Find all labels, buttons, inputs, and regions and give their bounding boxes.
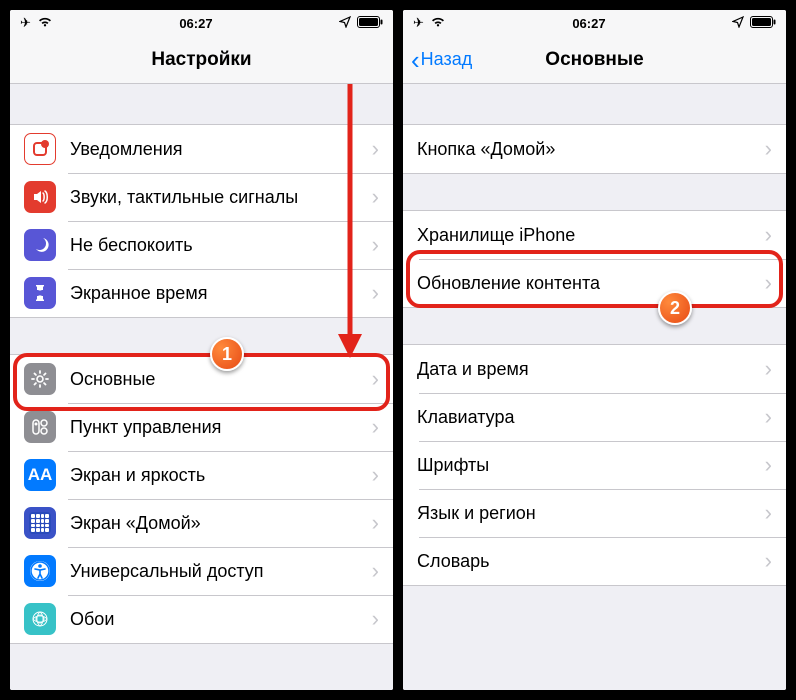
- general-content: Кнопка «Домой» › Хранилище iPhone › Обно…: [403, 84, 786, 690]
- screentime-icon: [24, 277, 56, 309]
- row-dictionary[interactable]: Словарь ›: [403, 537, 786, 585]
- row-label: Язык и регион: [417, 503, 765, 524]
- row-datetime[interactable]: Дата и время ›: [403, 345, 786, 393]
- airplane-icon: ✈: [413, 15, 424, 31]
- airplane-icon: ✈: [20, 15, 31, 31]
- row-display[interactable]: AA Экран и яркость ›: [10, 451, 393, 499]
- nav-header: Настройки: [10, 36, 393, 84]
- row-notifications[interactable]: Уведомления ›: [10, 125, 393, 173]
- status-bar: ✈ 06:27: [403, 10, 786, 36]
- chevron-right-icon: ›: [372, 184, 379, 210]
- page-title: Настройки: [151, 49, 251, 71]
- back-label: Назад: [421, 49, 473, 70]
- row-home-screen[interactable]: Экран «Домой» ›: [10, 499, 393, 547]
- chevron-right-icon: ›: [372, 136, 379, 162]
- row-control-center[interactable]: Пункт управления ›: [10, 403, 393, 451]
- chevron-right-icon: ›: [765, 404, 772, 430]
- row-home-button[interactable]: Кнопка «Домой» ›: [403, 125, 786, 173]
- row-general[interactable]: Основные ›: [10, 355, 393, 403]
- row-label: Уведомления: [70, 139, 372, 160]
- row-accessibility[interactable]: Универсальный доступ ›: [10, 547, 393, 595]
- chevron-right-icon: ›: [765, 548, 772, 574]
- general-icon: [24, 363, 56, 395]
- row-fonts[interactable]: Шрифты ›: [403, 441, 786, 489]
- page-title: Основные: [545, 49, 643, 71]
- row-storage[interactable]: Хранилище iPhone ›: [403, 211, 786, 259]
- status-time: 06:27: [179, 16, 212, 31]
- settings-group-1: Уведомления › Звуки, тактильные сигналы …: [10, 124, 393, 318]
- chevron-right-icon: ›: [372, 366, 379, 392]
- chevron-right-icon: ›: [765, 356, 772, 382]
- chevron-right-icon: ›: [372, 510, 379, 536]
- row-label: Хранилище iPhone: [417, 225, 765, 246]
- screenshot-container: ✈ 06:27 Настройки Ув: [6, 6, 790, 694]
- row-sounds[interactable]: Звуки, тактильные сигналы ›: [10, 173, 393, 221]
- wifi-icon: [37, 16, 53, 31]
- wallpaper-icon: [24, 603, 56, 635]
- row-language-region[interactable]: Язык и регион ›: [403, 489, 786, 537]
- location-icon: [732, 16, 744, 31]
- general-group-2: Хранилище iPhone › Обновление контента ›: [403, 210, 786, 308]
- chevron-right-icon: ›: [765, 270, 772, 296]
- row-label: Звуки, тактильные сигналы: [70, 187, 372, 208]
- right-phone: ✈ 06:27 ‹ Назад Основные: [401, 8, 788, 692]
- control-center-icon: [24, 411, 56, 443]
- row-label: Экранное время: [70, 283, 372, 304]
- row-label: Экран «Домой»: [70, 513, 372, 534]
- row-label: Обновление контента: [417, 273, 765, 294]
- row-label: Не беспокоить: [70, 235, 372, 256]
- row-label: Кнопка «Домой»: [417, 139, 765, 160]
- back-button[interactable]: ‹ Назад: [411, 47, 472, 73]
- chevron-right-icon: ›: [372, 414, 379, 440]
- row-label: Универсальный доступ: [70, 561, 372, 582]
- chevron-right-icon: ›: [765, 452, 772, 478]
- status-time: 06:27: [572, 16, 605, 31]
- status-bar: ✈ 06:27: [10, 10, 393, 36]
- wifi-icon: [430, 16, 446, 31]
- chevron-right-icon: ›: [765, 500, 772, 526]
- row-dnd[interactable]: Не беспокоить ›: [10, 221, 393, 269]
- accessibility-icon: [24, 555, 56, 587]
- chevron-right-icon: ›: [765, 136, 772, 162]
- row-label: Основные: [70, 369, 372, 390]
- row-wallpaper[interactable]: Обои ›: [10, 595, 393, 643]
- row-keyboard[interactable]: Клавиатура ›: [403, 393, 786, 441]
- left-phone: ✈ 06:27 Настройки Ув: [8, 8, 395, 692]
- chevron-left-icon: ‹: [411, 47, 420, 73]
- chevron-right-icon: ›: [372, 280, 379, 306]
- location-icon: [339, 16, 351, 31]
- chevron-right-icon: ›: [372, 606, 379, 632]
- row-background-refresh[interactable]: Обновление контента ›: [403, 259, 786, 307]
- nav-header: ‹ Назад Основные: [403, 36, 786, 84]
- sounds-icon: [24, 181, 56, 213]
- chevron-right-icon: ›: [372, 558, 379, 584]
- row-label: Дата и время: [417, 359, 765, 380]
- battery-icon: [750, 16, 776, 31]
- row-label: Клавиатура: [417, 407, 765, 428]
- general-group-1: Кнопка «Домой» ›: [403, 124, 786, 174]
- home-screen-icon: [24, 507, 56, 539]
- row-label: Шрифты: [417, 455, 765, 476]
- row-label: Пункт управления: [70, 417, 372, 438]
- notifications-icon: [24, 133, 56, 165]
- battery-icon: [357, 16, 383, 31]
- display-icon: AA: [24, 459, 56, 491]
- chevron-right-icon: ›: [372, 462, 379, 488]
- chevron-right-icon: ›: [765, 222, 772, 248]
- row-label: Обои: [70, 609, 372, 630]
- general-group-3: Дата и время › Клавиатура › Шрифты › Язы…: [403, 344, 786, 586]
- settings-content: Уведомления › Звуки, тактильные сигналы …: [10, 84, 393, 690]
- chevron-right-icon: ›: [372, 232, 379, 258]
- dnd-icon: [24, 229, 56, 261]
- settings-group-2: Основные › Пункт управления › AA Экран и…: [10, 354, 393, 644]
- row-label: Экран и яркость: [70, 465, 372, 486]
- row-screentime[interactable]: Экранное время ›: [10, 269, 393, 317]
- row-label: Словарь: [417, 551, 765, 572]
